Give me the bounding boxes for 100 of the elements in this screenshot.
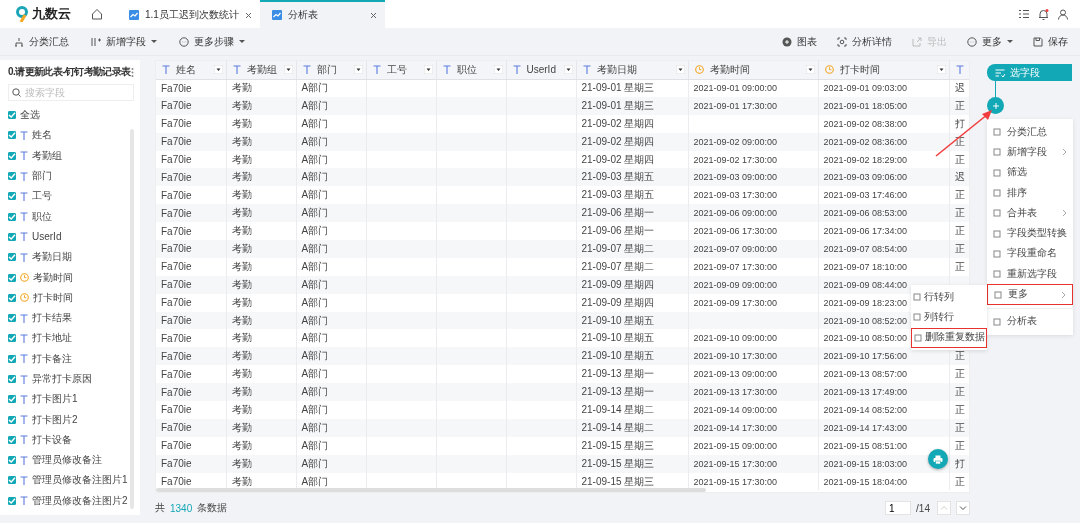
table-cell: 考勤 [231, 314, 252, 326]
checkbox[interactable] [8, 111, 16, 120]
text-type-icon [302, 65, 311, 75]
table-cell: 2021-09-13 09:00:00 [693, 369, 778, 380]
field-label: 打卡地址 [32, 331, 72, 346]
menu-item[interactable]: 字段重命名 [987, 243, 1073, 265]
user-icon[interactable] [1058, 8, 1068, 20]
checkbox[interactable] [8, 476, 16, 485]
dropdown-icon[interactable] [805, 65, 815, 75]
column-header[interactable]: 考勤时间 [688, 61, 818, 79]
tab[interactable]: 1.1员工迟到次数统计 [117, 0, 260, 28]
table-cell: 2021-09-09 18:23:00 [823, 297, 908, 308]
toolbar-button[interactable]: 分析详情 [837, 34, 892, 49]
checkbox[interactable] [8, 253, 16, 262]
page-down-icon[interactable] [956, 501, 970, 515]
bell-icon[interactable] [1038, 8, 1049, 20]
menu-item[interactable]: 排序 [987, 182, 1073, 204]
table-cell: 正 [954, 368, 965, 380]
tab[interactable]: 分析表 [259, 0, 385, 28]
table-cell: Fa70ie [161, 404, 192, 416]
checkbox[interactable] [8, 212, 16, 221]
table-cell: A部门 [301, 421, 329, 433]
dropdown-icon[interactable] [936, 65, 946, 75]
search-field[interactable]: 搜索字段 [8, 84, 134, 101]
close-icon[interactable] [244, 11, 252, 19]
checkbox[interactable] [8, 496, 16, 505]
table-cell: 打 [954, 457, 965, 469]
table-cell: A部门 [301, 350, 329, 362]
checkbox[interactable] [8, 354, 16, 363]
column-header[interactable]: 姓名 [156, 61, 226, 79]
menu-item[interactable]: 更多 [987, 284, 1073, 305]
menu-item[interactable]: 新增字段 [987, 142, 1073, 163]
ellipsis-icon [179, 36, 189, 47]
menu-item[interactable]: 重新选字段 [987, 264, 1073, 285]
toolbar-button[interactable]: 更多步骤 [179, 34, 245, 49]
table-cell: A部门 [301, 207, 329, 219]
table-cell: 21-09-14 星期二 [581, 403, 655, 415]
table-cell: 2021-09-15 18:04:00 [823, 476, 908, 487]
text-type-icon [20, 252, 28, 262]
menu-item[interactable]: 行转列 [911, 287, 987, 308]
column-header[interactable]: 打卡时间 [818, 61, 949, 79]
checkbox[interactable] [8, 232, 16, 241]
table-cell: Fa70ie [161, 118, 192, 130]
column-header[interactable]: 工号 [366, 61, 436, 79]
column-header[interactable]: 考勤组 [226, 61, 296, 79]
menu-item[interactable]: 删除重复数据 [911, 327, 987, 348]
checkbox[interactable] [8, 435, 16, 444]
checkbox[interactable] [8, 456, 16, 465]
table-cell: 2021-09-02 18:29:00 [823, 154, 908, 165]
menu-item[interactable]: 列转行 [911, 307, 987, 328]
menu-item[interactable]: 分类汇总 [987, 122, 1073, 143]
dropdown-icon[interactable] [213, 65, 223, 75]
home-icon[interactable] [91, 8, 103, 20]
toolbar-button[interactable]: 新增字段 [91, 34, 157, 49]
clock-icon [20, 273, 29, 282]
column-header[interactable]: UserId [506, 61, 576, 79]
toolbar-button[interactable]: 分类汇总 [14, 34, 69, 49]
checkbox[interactable] [8, 273, 16, 282]
column-header[interactable]: 考勤日期 [576, 61, 688, 79]
menu-item[interactable]: 分析表 [987, 311, 1073, 332]
checkbox[interactable] [8, 192, 16, 201]
add-step-button[interactable] [987, 97, 1004, 114]
table-cell: 考勤 [231, 135, 252, 147]
checkbox[interactable] [8, 375, 16, 383]
dropdown-icon[interactable] [423, 65, 433, 75]
checkbox[interactable] [8, 395, 16, 404]
table-cell: 2021-09-14 17:43:00 [823, 422, 908, 433]
toolbar-button[interactable]: 更多 [967, 34, 1013, 49]
dropdown-icon[interactable] [353, 65, 363, 75]
checkbox[interactable] [8, 314, 16, 323]
list-icon[interactable] [1019, 9, 1029, 19]
table-cell: 2021-09-10 17:30:00 [693, 351, 778, 362]
column-header[interactable]: 部门 [296, 61, 366, 79]
checkbox[interactable] [8, 415, 16, 424]
dropdown-icon[interactable] [563, 65, 573, 75]
checkbox[interactable] [8, 131, 16, 140]
table-cell: Fa70ie [161, 279, 192, 291]
checkbox[interactable] [8, 334, 16, 343]
column-header[interactable]: 职位 [436, 61, 506, 79]
table-cell: 2021-09-02 08:38:00 [823, 118, 908, 129]
table-cell: 考勤 [231, 368, 252, 380]
dropdown-icon[interactable] [283, 65, 293, 75]
table-cell: 21-09-02 星期四 [581, 117, 655, 129]
checkbox[interactable] [8, 151, 16, 160]
plus-icon [992, 102, 999, 109]
close-icon[interactable] [369, 11, 377, 19]
table-cell: 正 [954, 475, 965, 487]
toolbar-button[interactable]: 图表 [782, 34, 817, 49]
table-cell: A部门 [301, 153, 329, 165]
menu-item[interactable]: 筛选 [987, 162, 1073, 183]
checkbox[interactable] [8, 172, 16, 181]
menu-item[interactable]: 字段类型转换 [987, 223, 1073, 244]
table-cell: 2021-09-15 09:00:00 [693, 440, 778, 451]
table-cell: A部门 [301, 99, 329, 111]
dropdown-icon[interactable] [493, 65, 503, 75]
page-field[interactable]: 1 [885, 501, 912, 515]
dropdown-icon[interactable] [675, 65, 685, 75]
checkbox[interactable] [8, 293, 16, 302]
menu-item[interactable]: 合并表 [987, 203, 1073, 224]
toolbar-button[interactable]: 保存 [1033, 34, 1068, 49]
